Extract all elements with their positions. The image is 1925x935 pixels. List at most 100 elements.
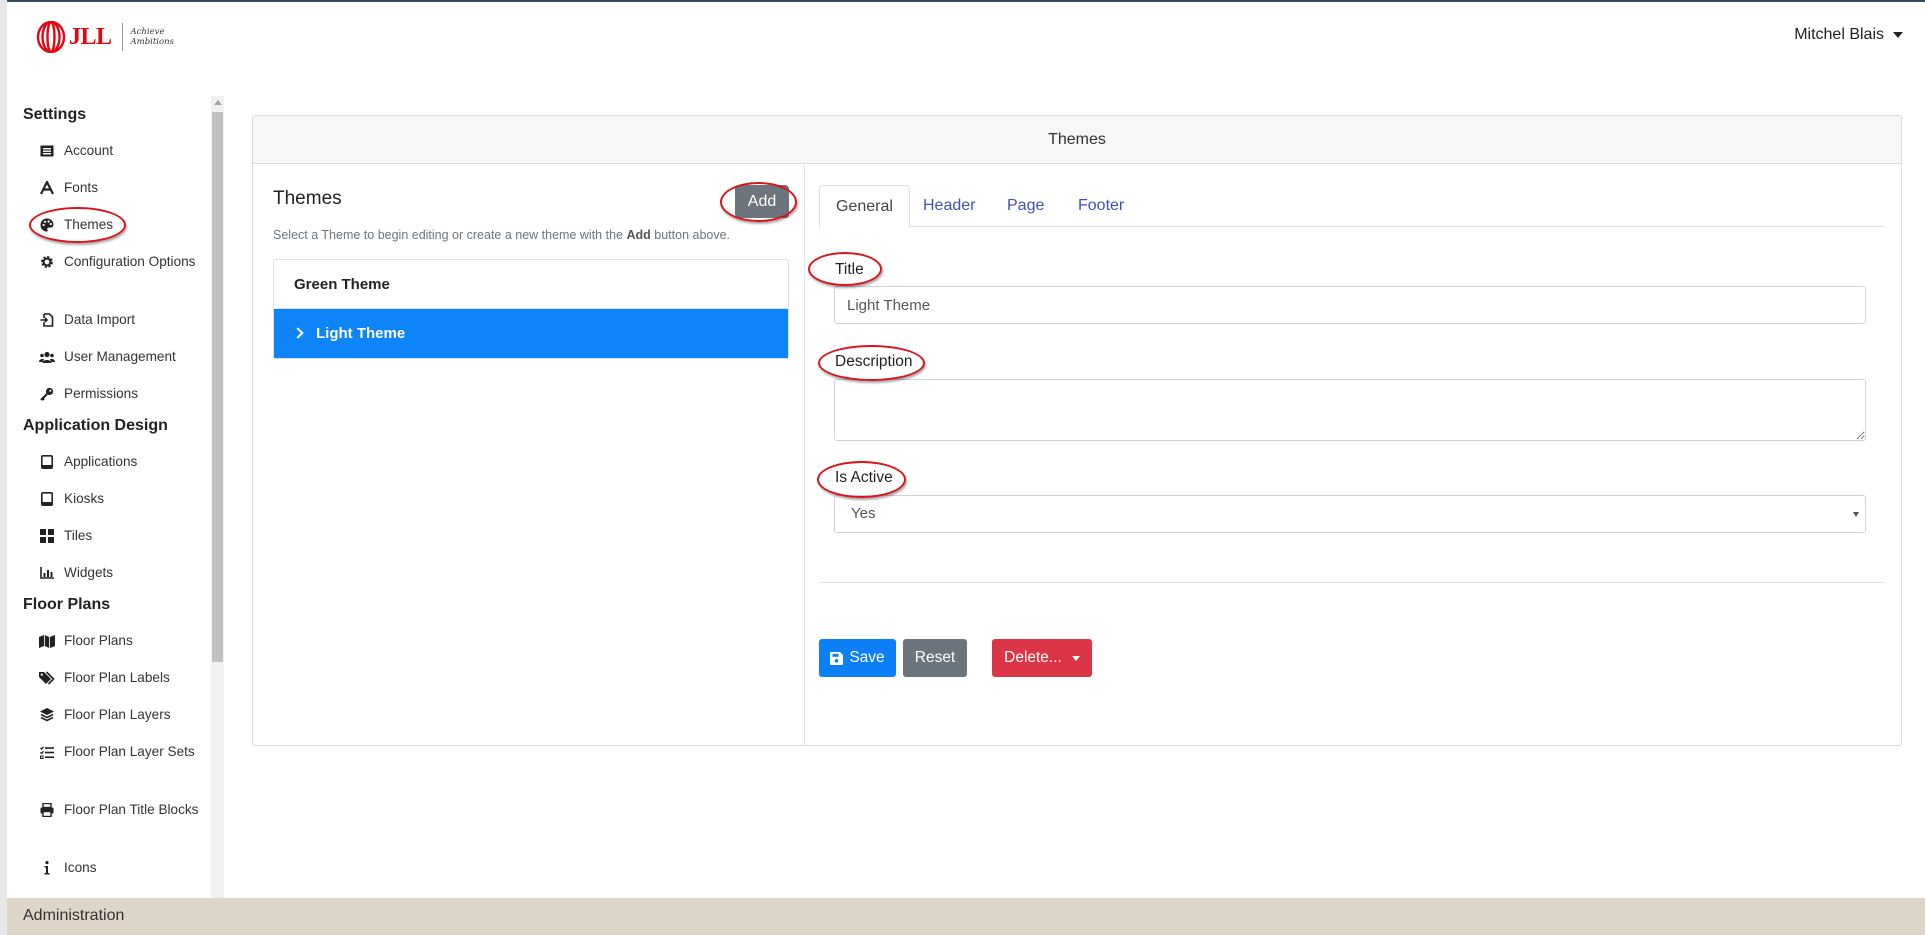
is-active-label: Is Active bbox=[835, 469, 893, 486]
tab-page[interactable]: Page bbox=[991, 185, 1060, 227]
sidebar: Settings Account Fonts Themes Configurat… bbox=[7, 95, 210, 897]
tab-general[interactable]: General bbox=[819, 185, 910, 228]
sidebar-item-floor-plan-layers[interactable]: Floor Plan Layers bbox=[39, 704, 204, 725]
sidebar-item-label: Floor Plan Layers bbox=[64, 707, 171, 722]
tags-icon bbox=[39, 670, 55, 686]
save-icon bbox=[830, 651, 844, 665]
sidebar-item-configuration-options[interactable]: Configuration Options bbox=[39, 251, 204, 272]
reset-label: Reset bbox=[914, 649, 956, 666]
map-icon bbox=[39, 633, 55, 649]
sidebar-item-user-management[interactable]: User Management bbox=[39, 346, 204, 367]
theme-item-light-selected[interactable]: Light Theme bbox=[274, 309, 788, 358]
is-active-value: Yes bbox=[851, 505, 876, 522]
theme-list-title: Themes bbox=[273, 188, 342, 209]
sidebar-item-label: Floor Plan Title Blocks bbox=[64, 802, 199, 817]
tab-header[interactable]: Header bbox=[907, 185, 991, 227]
title-input[interactable] bbox=[834, 286, 1866, 324]
sidebar-item-label: Applications bbox=[64, 454, 138, 469]
help-text-suffix: button above. bbox=[654, 228, 731, 242]
tab-footer[interactable]: Footer bbox=[1062, 185, 1140, 227]
sidebar-item-floor-plan-layer-sets[interactable]: Floor Plan Layer Sets bbox=[39, 741, 204, 762]
palette-icon bbox=[39, 217, 55, 233]
user-menu[interactable]: Mitchel Blais bbox=[1794, 26, 1903, 44]
administration-bar[interactable]: Administration bbox=[7, 898, 1925, 935]
sidebar-item-permissions[interactable]: Permissions bbox=[39, 383, 204, 404]
sidebar-item-floor-plans[interactable]: Floor Plans bbox=[39, 630, 204, 651]
sidebar-item-kiosks[interactable]: Kiosks bbox=[39, 488, 204, 509]
info-icon bbox=[39, 860, 55, 876]
caret-down-icon bbox=[1071, 655, 1080, 661]
sidebar-scrollbar[interactable] bbox=[211, 96, 224, 898]
theme-list-pane: Themes Add Select a Theme to begin editi… bbox=[253, 165, 805, 746]
select-arrow-icon bbox=[1853, 512, 1859, 517]
add-theme-button[interactable]: Add bbox=[735, 185, 789, 218]
sidebar-item-data-import[interactable]: Data Import bbox=[39, 309, 204, 330]
delete-dropdown-button[interactable]: Delete... bbox=[992, 639, 1092, 677]
is-active-select[interactable]: Yes bbox=[834, 495, 1866, 533]
sidebar-item-label: User Management bbox=[64, 349, 176, 364]
theme-item-label: Light Theme bbox=[316, 325, 406, 342]
logo-divider bbox=[121, 23, 123, 51]
user-name: Mitchel Blais bbox=[1794, 26, 1884, 43]
key-icon bbox=[39, 386, 55, 402]
sidebar-item-widgets[interactable]: Widgets bbox=[39, 562, 204, 583]
sidebar-item-label: Icons bbox=[64, 860, 97, 875]
top-border bbox=[0, 0, 1925, 2]
sidebar-item-label: Widgets bbox=[64, 565, 114, 580]
sidebar-item-label: Account bbox=[64, 143, 114, 158]
jll-logo[interactable]: JLL Achieve Ambitions bbox=[36, 18, 181, 56]
caret-down-icon bbox=[1893, 32, 1903, 38]
sidebar-item-label: Permissions bbox=[64, 386, 139, 401]
file-import-icon bbox=[39, 312, 55, 328]
sidebar-item-label: Tiles bbox=[64, 528, 93, 543]
chevron-right-icon bbox=[292, 327, 304, 339]
sidebar-item-account[interactable]: Account bbox=[39, 140, 204, 161]
print-icon bbox=[39, 802, 55, 818]
sidebar-item-tiles[interactable]: Tiles bbox=[39, 525, 204, 546]
description-textarea[interactable] bbox=[834, 379, 1866, 441]
theme-list: Green Theme Light Theme bbox=[273, 259, 789, 359]
card-title: Themes bbox=[253, 116, 1901, 164]
logo-tagline: Achieve Ambitions bbox=[130, 27, 174, 47]
sidebar-item-floor-plan-labels[interactable]: Floor Plan Labels bbox=[39, 667, 204, 688]
sidebar-section-floor-plans: Floor Plans bbox=[23, 596, 111, 613]
help-text-bold: Add bbox=[626, 228, 651, 242]
theme-item-label: Green Theme bbox=[294, 276, 390, 293]
sidebar-item-themes[interactable]: Themes bbox=[39, 214, 204, 235]
chart-icon bbox=[39, 565, 55, 581]
title-label: Title bbox=[835, 261, 864, 278]
editor-tabs: General Header Page Footer bbox=[819, 185, 1885, 228]
tablet-icon bbox=[39, 491, 55, 507]
scrollbar-thumb[interactable] bbox=[212, 112, 223, 662]
sidebar-item-label: Floor Plan Layer Sets bbox=[64, 744, 195, 759]
delete-label: Delete... bbox=[1004, 649, 1062, 666]
sidebar-item-label: Floor Plan Labels bbox=[64, 670, 170, 685]
sidebar-item-icons[interactable]: Icons bbox=[39, 857, 204, 878]
gear-icon bbox=[39, 254, 55, 270]
sidebar-item-label: Data Import bbox=[64, 312, 136, 327]
help-text-prefix: Select a Theme to begin editing or creat… bbox=[273, 228, 623, 242]
font-icon bbox=[39, 180, 55, 196]
layers-icon bbox=[39, 707, 55, 723]
sidebar-section-settings: Settings bbox=[23, 106, 87, 123]
sidebar-item-applications[interactable]: Applications bbox=[39, 451, 204, 472]
sidebar-item-fonts[interactable]: Fonts bbox=[39, 177, 204, 198]
tasks-icon bbox=[39, 744, 55, 760]
save-label: Save bbox=[849, 649, 885, 666]
scroll-up-arrow-icon[interactable] bbox=[214, 100, 222, 105]
theme-item-green[interactable]: Green Theme bbox=[274, 260, 788, 309]
sidebar-item-label: Configuration Options bbox=[64, 254, 196, 269]
sidebar-item-label: Kiosks bbox=[64, 491, 105, 506]
sidebar-section-application-design: Application Design bbox=[23, 417, 168, 434]
save-button[interactable]: Save bbox=[819, 639, 896, 677]
sidebar-item-label: Themes bbox=[64, 217, 114, 232]
logo-text: JLL bbox=[69, 23, 112, 50]
theme-editor: General Header Page Footer Title Descrip… bbox=[819, 165, 1885, 685]
tablet-icon bbox=[39, 454, 55, 470]
sidebar-item-label: Floor Plans bbox=[64, 633, 133, 648]
reset-button[interactable]: Reset bbox=[903, 639, 967, 677]
tiles-icon bbox=[39, 528, 55, 544]
themes-card: Themes Themes Add Select a Theme to begi… bbox=[252, 115, 1902, 746]
sidebar-item-floor-plan-title-blocks[interactable]: Floor Plan Title Blocks bbox=[39, 799, 204, 820]
left-gutter bbox=[0, 0, 7, 935]
